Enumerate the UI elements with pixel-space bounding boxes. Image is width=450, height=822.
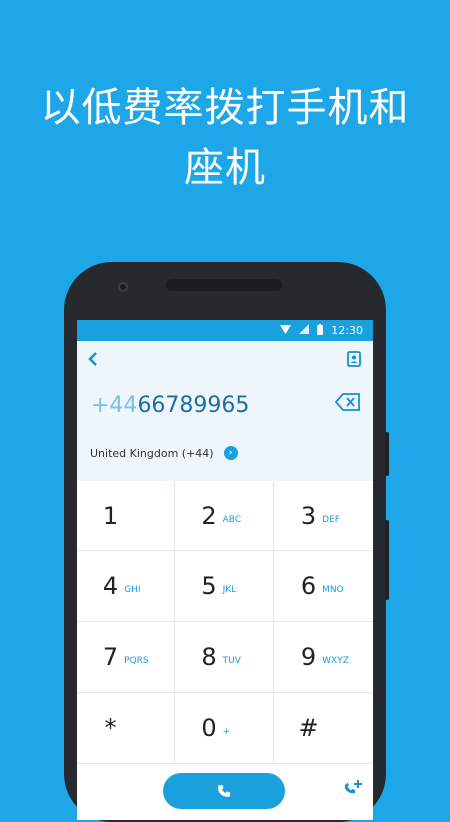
key-2[interactable]: 2 ABC [175,481,274,551]
backspace-icon [334,393,360,411]
key-digit: 4 [102,572,119,600]
contacts-button[interactable] [347,351,361,367]
phone-top [64,262,386,322]
promo-headline-line1: 以低费率拨打手机和 [40,85,410,131]
dial-panel: +4466789965 United Kingdom (+44) › [77,341,373,481]
key-letters: + [222,727,231,737]
country-label: United Kingdom (+44) [90,446,214,460]
key-5[interactable]: 5 JKL [175,551,274,622]
key-letters: WXYZ [322,656,349,666]
key-letters: TUV [222,656,241,666]
chevron-left-icon [88,352,97,366]
promo-headline-line2: 座机 [184,145,266,191]
key-letters: ABC [222,514,242,525]
add-contact-button[interactable] [343,779,363,797]
key-digit: 2 [201,501,217,530]
key-digit: 1 [102,501,119,530]
country-selector[interactable]: United Kingdom (+44) › [90,446,238,460]
chevron-right-icon: › [223,446,238,460]
phone-number-field[interactable]: +4466789965 [91,386,361,426]
key-digit: # [298,714,319,742]
key-letters: DEF [322,514,340,525]
contacts-icon [347,351,361,367]
key-letters: PQRS [124,656,149,666]
power-button [385,520,389,600]
key-letters: JKL [222,585,237,595]
add-phone-contact-icon [344,780,362,794]
speaker-grille [166,279,282,291]
status-bar: 12:30 [77,320,373,341]
dial-keypad: 1 2 ABC 3 DEF 4 GHI 5 JKL 6 MNO 7 PQRS 8 TUV 9W… [77,481,373,781]
key-digit: 9 [300,643,317,671]
key-digit: * [104,714,117,742]
back-button[interactable] [88,351,108,371]
phone-frame: 12:30 +4466789965 United Kingdom (+44) ›… [64,262,389,822]
key-hash[interactable]: # [274,693,373,764]
signal-icon [299,324,310,337]
backspace-button[interactable] [334,393,361,413]
key-digit: 6 [300,572,317,600]
key-digit: 7 [102,643,119,671]
number-prefix: +44 [91,393,138,418]
key-4[interactable]: 4 GHI [77,551,175,622]
key-1[interactable]: 1 [77,481,175,551]
volume-button [385,432,389,476]
promo-headline: 以低费率拨打手机和 座机 [0,78,450,198]
call-button[interactable] [163,773,285,809]
phone-screen: 12:30 +4466789965 United Kingdom (+44) ›… [77,320,373,820]
key-3[interactable]: 3 DEF [274,481,373,551]
dialer-bottom-bar [77,765,373,820]
key-letters: GHI [124,585,141,595]
key-6[interactable]: 6 MNO [274,551,373,622]
key-digit: 0 [201,714,217,742]
key-star[interactable]: * [77,693,175,764]
key-digit: 3 [300,501,317,530]
number-digits: 66789965 [137,393,250,418]
wifi-icon [280,324,292,337]
camera-icon [118,282,128,292]
battery-icon [317,323,324,338]
key-0[interactable]: 0 + [175,693,274,764]
phone-icon [218,785,230,797]
key-8[interactable]: 8 TUV [175,622,274,693]
key-digit: 8 [201,643,217,671]
key-digit: 5 [201,572,217,600]
key-letters: MNO [322,585,344,595]
key-7[interactable]: 7 PQRS [77,622,175,693]
key-9[interactable]: 9 WXYZ [274,622,373,693]
status-time: 12:30 [331,324,363,337]
